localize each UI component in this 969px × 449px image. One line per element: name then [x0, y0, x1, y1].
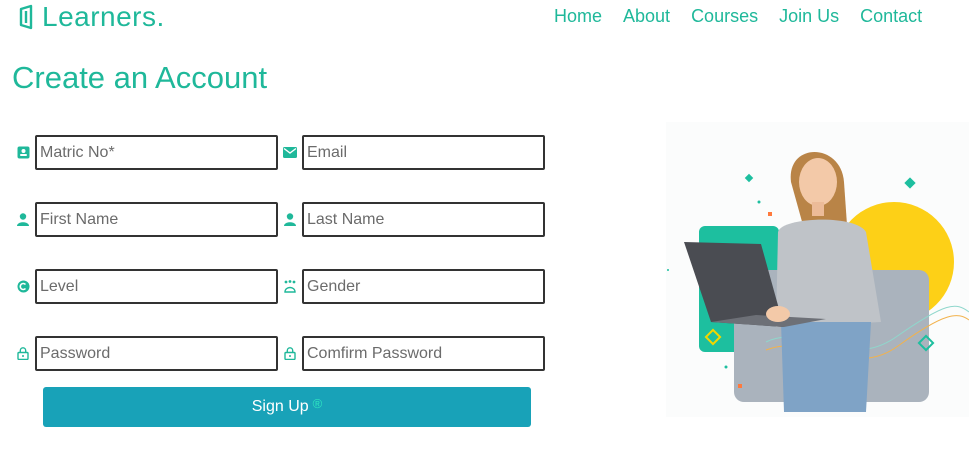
hero-illustration — [666, 122, 969, 417]
gender-field — [283, 269, 545, 304]
level-input[interactable] — [35, 269, 278, 304]
hero-image — [667, 152, 969, 412]
email-input[interactable] — [302, 135, 545, 170]
brand-name: Learners. — [42, 1, 165, 32]
last-name-input[interactable] — [302, 202, 545, 237]
user-icon — [16, 213, 30, 227]
level-field — [16, 269, 278, 304]
email-field — [283, 135, 545, 170]
nav-contact[interactable]: Contact — [860, 6, 922, 27]
page-title: Create an Account — [12, 60, 268, 95]
lock-icon — [283, 347, 297, 361]
last-name-field — [283, 202, 545, 237]
password-input[interactable] — [35, 336, 278, 371]
gender-icon — [283, 280, 297, 294]
registered-icon: ® — [312, 395, 323, 411]
id-card-icon — [16, 146, 30, 160]
nav-about[interactable]: About — [623, 6, 670, 27]
password-field — [16, 336, 278, 371]
brand-logo[interactable]: Learners. — [18, 0, 165, 34]
envelope-icon — [283, 146, 297, 160]
nav-join-us[interactable]: Join Us — [779, 6, 839, 27]
confirm-password-field — [283, 336, 545, 371]
confirm-password-input[interactable] — [302, 336, 545, 371]
level-icon — [16, 280, 30, 294]
sign-up-label: Sign Up — [251, 398, 309, 415]
main-nav: Home About Courses Join Us Contact — [554, 6, 922, 27]
sign-up-button[interactable]: Sign Up ® — [43, 387, 531, 427]
lock-icon — [16, 347, 30, 361]
nav-courses[interactable]: Courses — [691, 6, 758, 27]
nav-home[interactable]: Home — [554, 6, 602, 27]
matric-field — [16, 135, 278, 170]
first-name-input[interactable] — [35, 202, 278, 237]
first-name-field — [16, 202, 278, 237]
matric-input[interactable] — [35, 135, 278, 170]
user-icon — [283, 213, 297, 227]
gender-input[interactable] — [302, 269, 545, 304]
